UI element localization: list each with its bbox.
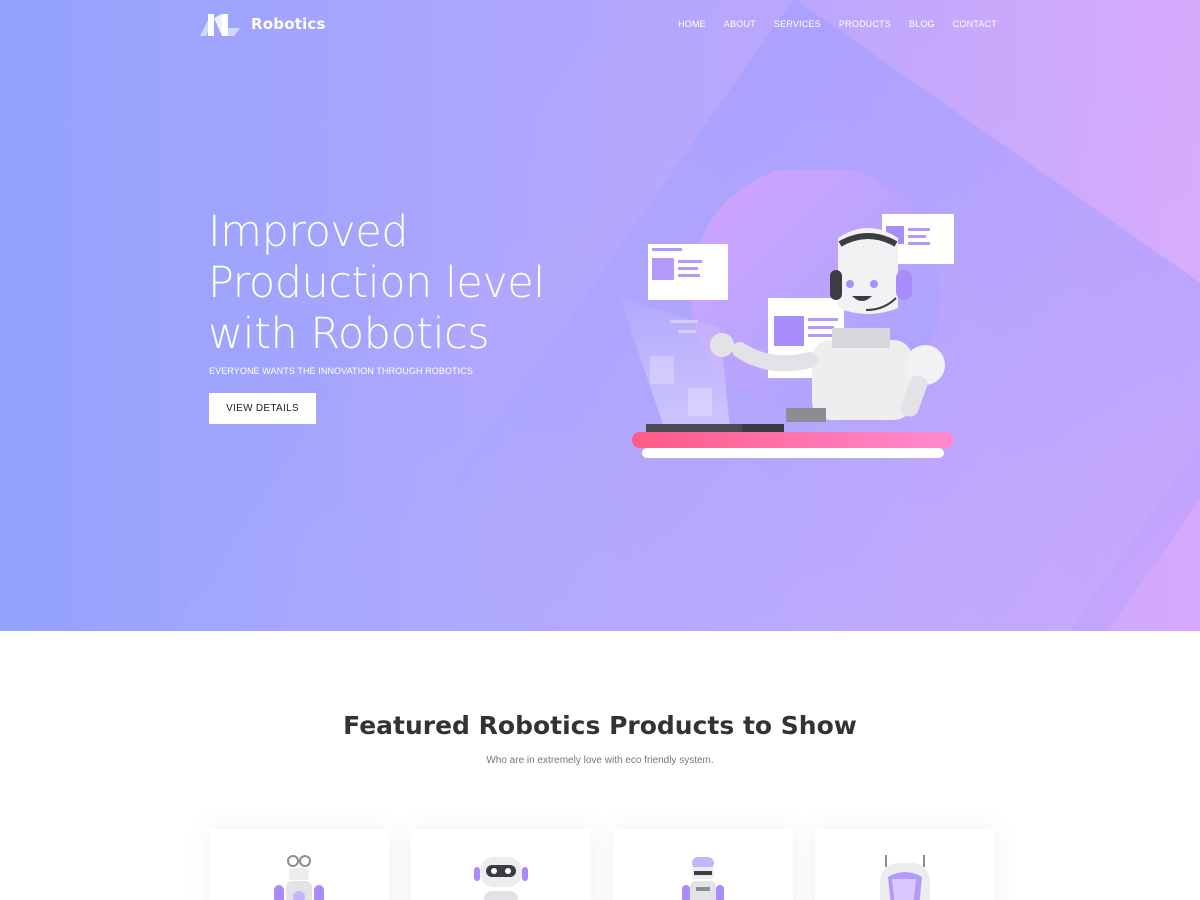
hero-title-line-2: Production level	[208, 258, 545, 308]
product-card-2[interactable]	[411, 829, 591, 900]
featured-title: Featured Robotics Products to Show	[343, 711, 857, 740]
robot-small-icon	[682, 857, 724, 900]
nav-contact[interactable]: CONTACT	[953, 19, 997, 29]
robot-visor-icon	[474, 857, 528, 900]
nav-services[interactable]: SERVICES	[774, 19, 821, 29]
hero-title-line-3: with Robotics	[208, 309, 490, 359]
hero-subtitle: EVERYONE WANTS THE INNOVATION THROUGH RO…	[209, 366, 473, 376]
nav-about[interactable]: ABOUT	[724, 19, 756, 29]
product-card-1[interactable]	[209, 829, 389, 900]
nav-blog[interactable]: BLOG	[909, 19, 935, 29]
robot-capsule-icon	[880, 855, 930, 900]
hero-title: Improved Production level with Robotics	[208, 207, 608, 360]
brand-name[interactable]: Robotics	[251, 15, 326, 33]
hero-section: Robotics HOME ABOUT SERVICES PRODUCTS BL…	[0, 0, 1200, 631]
product-cards	[209, 829, 995, 900]
robot-support-illustration	[620, 170, 954, 458]
featured-subtitle: Who are in extremely love with eco frien…	[486, 755, 714, 766]
nav-home[interactable]: HOME	[678, 19, 706, 29]
navbar: Robotics HOME ABOUT SERVICES PRODUCTS BL…	[0, 0, 1200, 50]
robot-antenna-icon	[274, 855, 324, 900]
view-details-button[interactable]: VIEW DETAILS	[209, 393, 316, 424]
product-card-3[interactable]	[613, 829, 793, 900]
product-card-4[interactable]	[815, 829, 995, 900]
logo-icon[interactable]	[200, 14, 240, 36]
nav-products[interactable]: PRODUCTS	[839, 19, 891, 29]
main-menu: HOME ABOUT SERVICES PRODUCTS BLOG CONTAC…	[678, 19, 997, 29]
hero-title-line-1: Improved	[208, 207, 409, 257]
